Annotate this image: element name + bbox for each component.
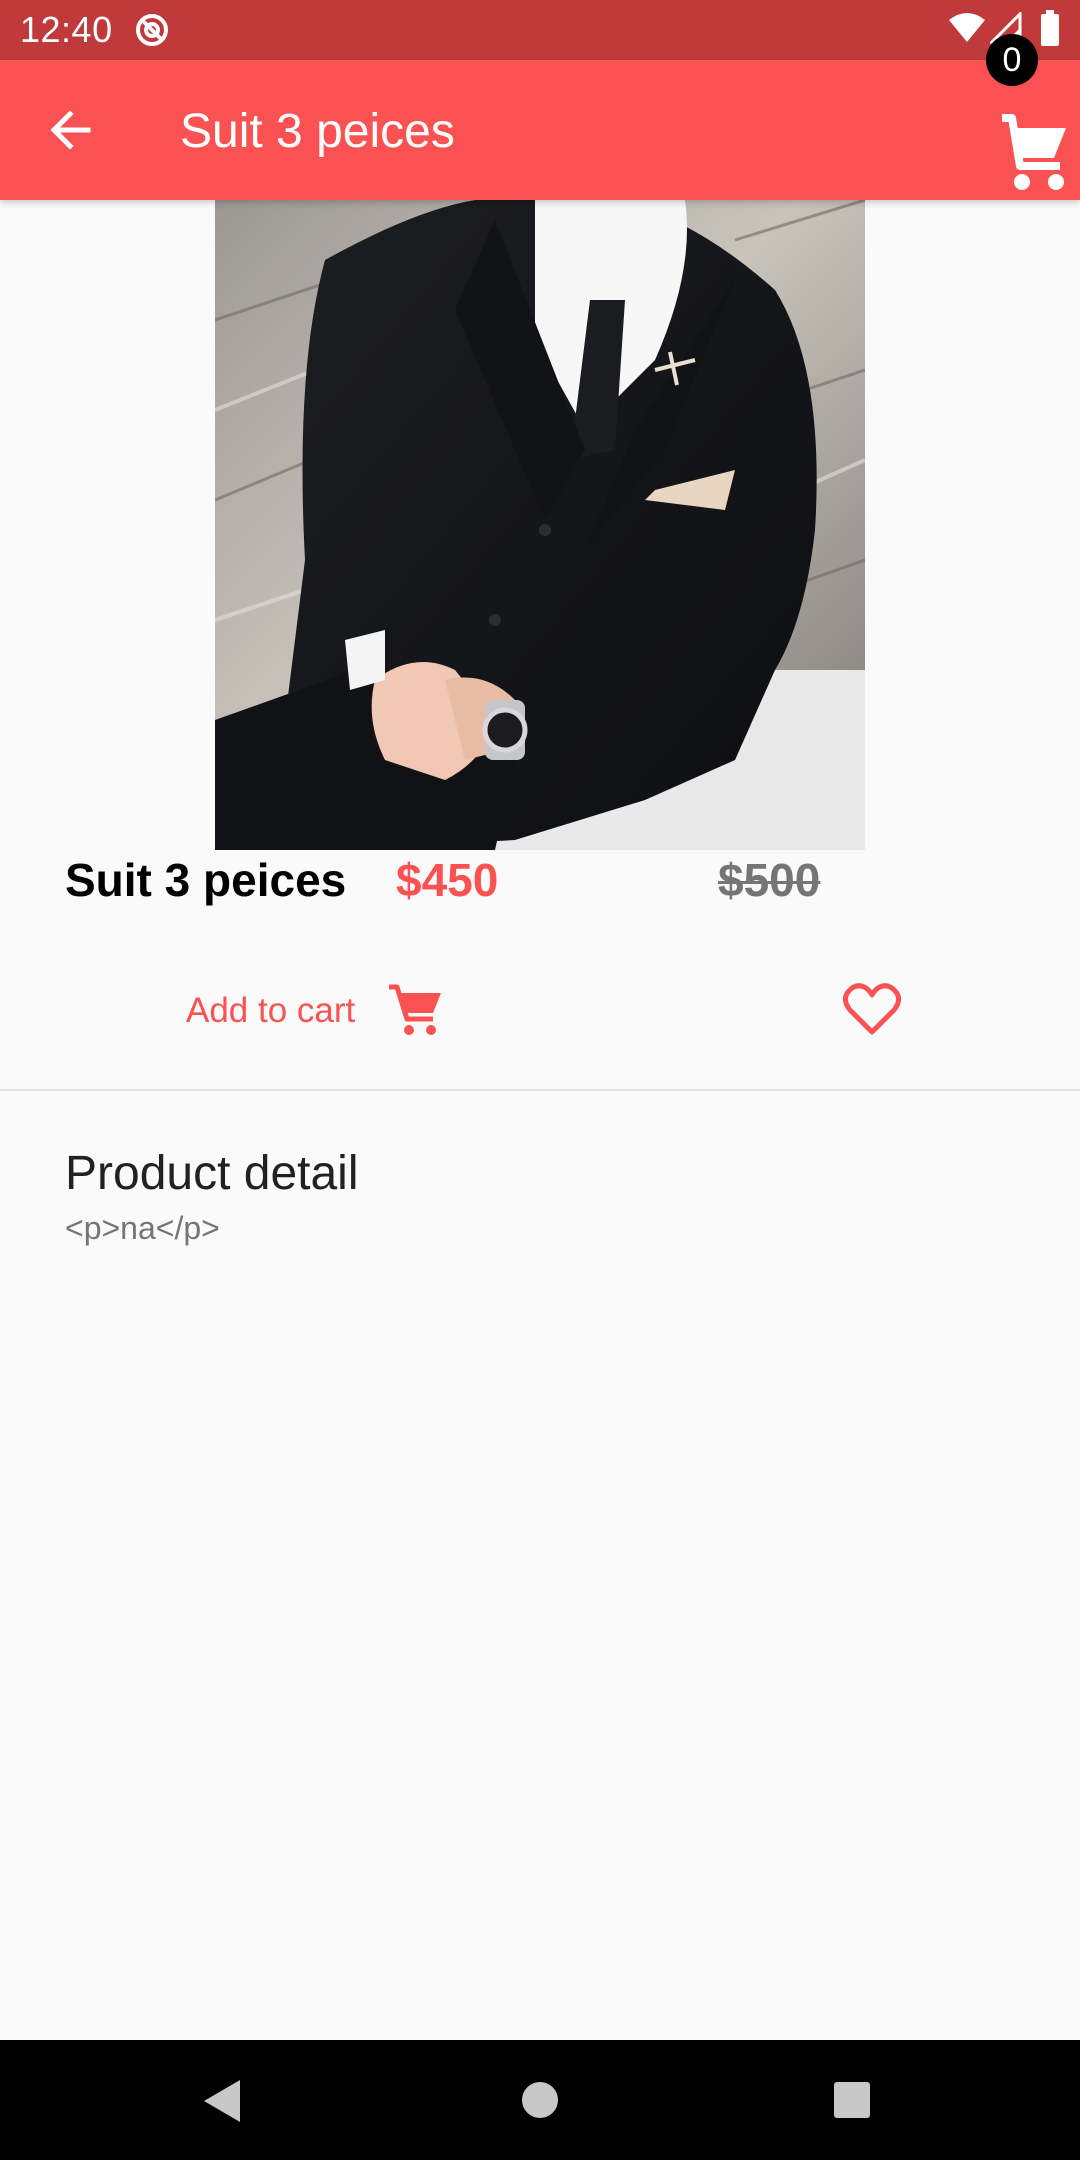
system-nav-bar bbox=[0, 2040, 1080, 2160]
shopping-cart-icon bbox=[389, 984, 442, 1035]
product-name: Suit 3 peices bbox=[65, 854, 347, 906]
add-to-cart-button[interactable]: Add to cart bbox=[186, 976, 443, 1046]
heart-outline-icon bbox=[842, 983, 902, 1035]
cart-count-badge: 0 bbox=[986, 34, 1038, 86]
shopping-cart-icon bbox=[1002, 114, 1066, 190]
nav-home-icon[interactable] bbox=[520, 2080, 560, 2120]
add-to-cart-label: Add to cart bbox=[186, 991, 356, 1030]
product-detail-screen: 12:40 Suit 3 peices 0 Suit 3 peices $450… bbox=[0, 0, 1080, 2160]
page-title: Suit 3 peices bbox=[180, 105, 455, 158]
product-detail-body: <p>na</p> bbox=[65, 1210, 220, 1246]
arrow-back-icon bbox=[50, 110, 91, 150]
app-bar: Suit 3 peices bbox=[0, 60, 1080, 200]
product-old-price: $500 bbox=[718, 854, 821, 906]
nav-recents-icon[interactable] bbox=[832, 2080, 872, 2120]
battery-icon bbox=[1041, 10, 1059, 46]
favorite-button[interactable] bbox=[842, 982, 902, 1038]
wifi-icon bbox=[949, 13, 985, 42]
status-bar: 12:40 bbox=[0, 0, 1080, 60]
back-button[interactable] bbox=[30, 90, 110, 170]
status-time: 12:40 bbox=[20, 9, 113, 50]
divider bbox=[0, 1089, 1080, 1091]
nav-back-icon[interactable] bbox=[200, 2078, 244, 2124]
cart-button[interactable] bbox=[980, 110, 1070, 200]
product-photo[interactable] bbox=[215, 200, 865, 850]
product-detail-heading: Product detail bbox=[65, 1147, 359, 1200]
sync-disabled-icon bbox=[136, 14, 168, 46]
product-price: $450 bbox=[396, 854, 499, 906]
